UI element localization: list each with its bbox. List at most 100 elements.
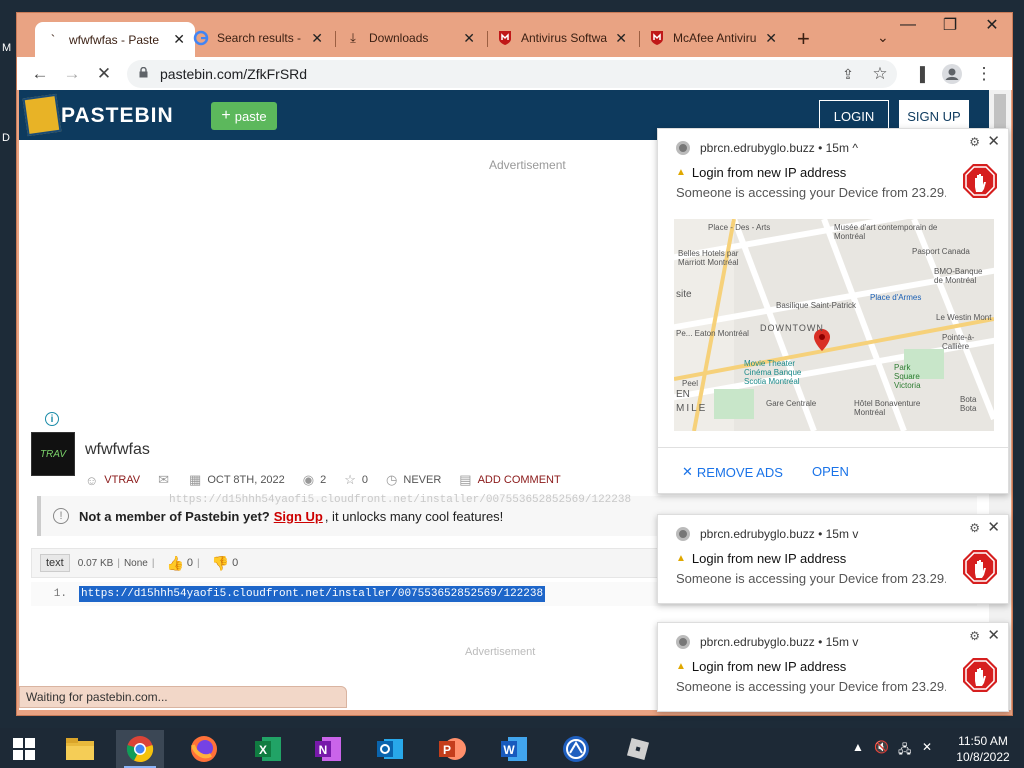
stop-hand-icon (963, 550, 997, 584)
taskbar-powerpoint[interactable]: P (428, 730, 476, 768)
chrome-icon (126, 736, 154, 763)
system-clock[interactable]: 11:50 AM 10/8/2022 (952, 733, 1014, 765)
taskbar-chrome[interactable] (116, 730, 164, 768)
show-hidden-icons-icon[interactable]: ▲ (852, 740, 864, 754)
notification-title: ▲ Login from new IP address (676, 551, 846, 566)
notification-body: Someone is accessing your Device from 23… (676, 679, 946, 694)
network-icon[interactable]: 🖧 (898, 740, 911, 761)
gear-icon[interactable]: ⚙ (969, 521, 980, 535)
taskbar-firefox[interactable] (180, 730, 228, 768)
tab-search[interactable]: Search results - ✕ (183, 23, 333, 53)
notification-muted-icon[interactable]: ✕ (922, 740, 932, 754)
new-tab-button[interactable]: + (797, 26, 810, 52)
taskbar-onenote[interactable]: N (304, 730, 352, 768)
clock-time: 11:50 AM (958, 734, 1008, 748)
chevron-down-icon[interactable]: v (852, 635, 858, 649)
speaker-muted-icon[interactable]: 🔇 (874, 740, 889, 754)
svg-text:W: W (503, 743, 515, 757)
tab-title: McAfee Antiviru (673, 31, 757, 45)
tab-mcafee[interactable]: McAfee Antiviru ✕ (639, 23, 787, 53)
author-link[interactable]: VTRAV (104, 474, 140, 486)
outlook-icon (377, 739, 403, 759)
notification-title-text: Login from new IP address (691, 551, 847, 566)
map-image: Place - Des - Arts Musée d'art contempor… (674, 219, 994, 431)
chevron-down-icon[interactable]: v (852, 527, 858, 541)
comment-icon: ▤ (459, 472, 472, 487)
notification-card[interactable]: pbrcn.edrubyglo.buzz • 15m v ⚙ ✕ ▲ Login … (657, 622, 1009, 712)
pastebin-brand[interactable]: PASTEBIN (61, 104, 174, 128)
word-icon: W (501, 737, 527, 761)
lock-icon (139, 67, 148, 78)
maximize-button[interactable]: ❐ (929, 13, 971, 37)
ghost-text: https://d15hhh54yaofi5.cloudfront.net/in… (169, 494, 632, 506)
close-icon[interactable]: ✕ (987, 132, 1000, 150)
notification-body: Someone is accessing your Device from 23… (676, 185, 946, 200)
close-icon[interactable]: ✕ (311, 30, 323, 47)
notification-title: ▲ Login from new IP address (676, 165, 846, 180)
chrome-icon (676, 635, 690, 649)
chrome-icon (676, 141, 690, 155)
taskbar-outlook[interactable] (366, 730, 414, 768)
gear-icon[interactable]: ⚙ (969, 629, 980, 643)
map-label: Hôtel Bonaventure Montréal (854, 399, 921, 417)
close-window-button[interactable]: ✕ (971, 13, 1013, 37)
avatar[interactable]: TRAV (31, 432, 75, 476)
source-domain: pbrcn.edrubyglo.buzz (700, 635, 815, 649)
share-icon[interactable]: ⇪ (837, 63, 859, 85)
syntax-chip[interactable]: text (40, 554, 70, 572)
folder-icon (66, 738, 94, 760)
minimize-button[interactable]: — (887, 13, 929, 37)
close-icon[interactable]: ✕ (987, 626, 1000, 644)
bookmark-star-icon[interactable]: ☆ (869, 63, 891, 85)
new-paste-button[interactable]: + paste (211, 102, 277, 130)
clock-icon: ◷ (386, 472, 398, 487)
stop-loading-icon[interactable]: ✕ (93, 63, 115, 85)
signup-link[interactable]: Sign Up (274, 509, 323, 524)
map-label: Movie Theater Cinéma Banque Scotia Montr… (744, 359, 802, 386)
taskbar-vpn[interactable] (552, 730, 600, 768)
back-arrow-icon[interactable]: ← (29, 63, 51, 85)
forward-arrow-icon[interactable]: → (61, 63, 83, 85)
close-icon[interactable]: ✕ (987, 518, 1000, 536)
tab-pastebin[interactable]: ` wfwfwfas - Paste ✕ (35, 22, 195, 57)
map-label: Le Westin Mont (936, 313, 992, 322)
dislike-button[interactable]: 👎 0 (212, 555, 239, 572)
notification-title-text: Login from new IP address (691, 659, 847, 674)
close-icon[interactable]: ✕ (765, 30, 777, 47)
like-button[interactable]: 👍 0 (166, 555, 193, 572)
menu-kebab-icon[interactable]: ⋮ (973, 63, 995, 85)
mail-icon[interactable]: ✉ (158, 472, 169, 488)
notification-card[interactable]: pbrcn.edrubyglo.buzz • 15m v ⚙ ✕ ▲ Login … (657, 514, 1009, 604)
open-button[interactable]: OPEN (812, 464, 849, 479)
taskbar-file-explorer[interactable] (56, 730, 104, 768)
star-icon[interactable]: ☆ (344, 472, 356, 488)
remove-ads-button[interactable]: ✕ REMOVE ADS (682, 464, 783, 480)
taskbar-roblox[interactable] (614, 730, 662, 768)
desktop-edge-text: M (2, 42, 12, 54)
taskbar-excel[interactable]: X (244, 730, 292, 768)
loading-icon: ` (50, 32, 56, 47)
address-bar[interactable]: pastebin.com/ZfkFrSRd (127, 60, 897, 88)
profile-icon[interactable] (941, 63, 963, 85)
start-button[interactable] (0, 730, 48, 768)
code-content[interactable]: https://d15hhh54yaofi5.cloudfront.net/in… (79, 586, 546, 602)
gear-icon[interactable]: ⚙ (969, 135, 980, 149)
notification-card[interactable]: pbrcn.edrubyglo.buzz • 15m ^ ⚙ ✕ ▲ Login … (657, 128, 1009, 494)
taskbar-word[interactable]: W (490, 730, 538, 768)
tab-title: Downloads (369, 31, 429, 45)
map-label: Pasport Canada (912, 247, 970, 256)
close-icon[interactable]: ✕ (463, 30, 475, 47)
tab-title: Antivirus Softwa (521, 31, 608, 45)
chevron-up-icon[interactable]: ^ (852, 141, 858, 155)
map-label: DOWNTOWN (760, 323, 824, 333)
pastebin-logo-icon[interactable] (22, 93, 62, 137)
add-comment-link[interactable]: ADD COMMENT (478, 474, 561, 486)
source-domain: pbrcn.edrubyglo.buzz (700, 141, 815, 155)
notification-source: pbrcn.edrubyglo.buzz • 15m ^ (700, 141, 858, 155)
notification-body: Someone is accessing your Device from 23… (676, 571, 946, 586)
tab-downloads[interactable]: ⤓ Downloads ✕ (335, 23, 485, 53)
tab-antivirus[interactable]: Antivirus Softwa ✕ (487, 23, 637, 53)
side-panel-icon[interactable]: ▐ (909, 63, 931, 85)
close-icon[interactable]: ✕ (615, 30, 627, 47)
info-icon[interactable]: i (45, 412, 59, 426)
